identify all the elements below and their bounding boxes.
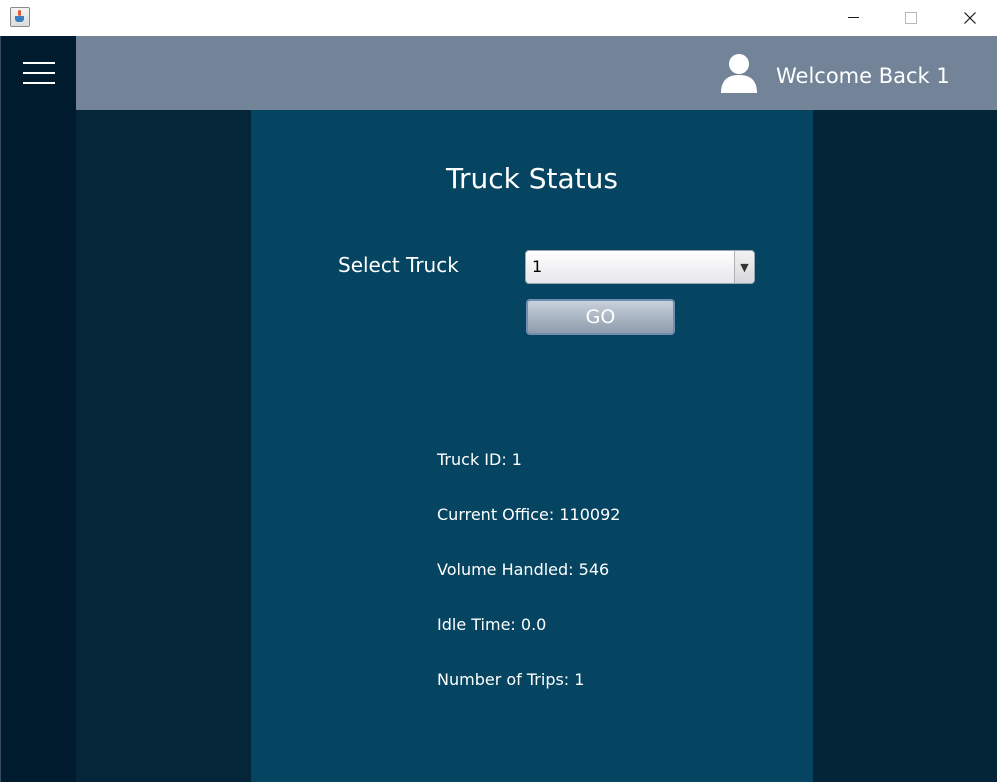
maximize-button[interactable] [888,0,934,35]
java-coffee-icon [10,7,30,27]
minimize-icon [847,17,859,18]
maximize-icon [905,11,917,24]
selected-truck-value: 1 [532,257,543,276]
minimize-button[interactable] [830,0,876,35]
close-button[interactable] [947,0,993,35]
truck-select-dropdown[interactable]: 1 ▼ [525,250,755,284]
side-nav [0,36,77,782]
left-background [76,110,251,782]
number-of-trips-text: Number of Trips: 1 [437,670,585,689]
current-office-text: Current Office: 110092 [437,505,621,524]
idle-time-text: Idle Time: 0.0 [437,615,547,634]
header-bar: Welcome Back 1 [76,36,997,110]
close-icon [964,11,976,24]
hamburger-menu-icon[interactable] [21,62,57,88]
welcome-message: Welcome Back 1 [776,64,950,88]
title-bar [0,0,997,37]
right-background [813,110,997,782]
dropdown-arrow-icon[interactable]: ▼ [734,251,754,283]
page-title: Truck Status [446,162,618,195]
user-icon [721,54,757,93]
app-window: Welcome Back 1 Truck Status Select Truck… [0,0,997,782]
truck-status-panel: Truck Status Select Truck 1 ▼ GO Truck I… [251,110,813,782]
select-truck-label: Select Truck [338,253,459,277]
go-button[interactable]: GO [526,299,675,335]
volume-handled-text: Volume Handled: 546 [437,560,610,579]
truck-id-text: Truck ID: 1 [437,450,522,469]
